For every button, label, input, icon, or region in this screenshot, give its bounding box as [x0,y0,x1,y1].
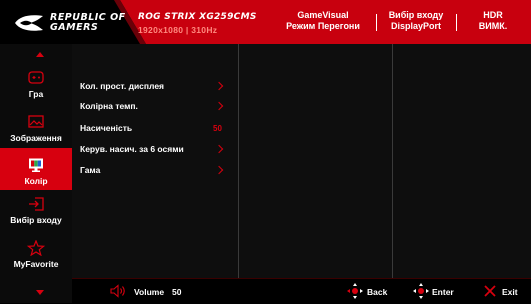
menu-item-six-axis-saturation[interactable]: Керув. насич. за 6 осями [80,144,230,154]
enter-button[interactable]: Enter [432,287,454,297]
sidebar-item-input[interactable]: Вибір входу [0,196,72,230]
close-icon [484,285,496,297]
sidebar-item-color[interactable]: Колір [0,148,72,190]
sidebar-item-image[interactable]: Зображення [0,114,72,148]
menu-item-label: Насиченість [80,123,133,133]
input-select-icon [29,197,44,211]
input-status: Вибір входу DisplayPort [378,10,454,32]
menu-item-label: Кол. прост. дисплея [80,81,165,91]
gamevisual-status: GameVisual Режим Перегони [272,10,374,32]
image-icon [28,115,44,128]
exit-button[interactable]: Exit [502,287,518,297]
sidebar-item-label: Колір [24,176,48,186]
hdr-value: ВИМК. [478,21,508,31]
volume-label: Volume [134,287,165,297]
menu-item-color-temp[interactable]: Колірна темп. [80,101,230,111]
gamevisual-label: GameVisual [297,10,349,20]
column-divider [392,44,393,278]
menu-item-label: Керув. насич. за 6 осями [80,144,184,154]
sidebar-item-label: MyFavorite [13,259,59,269]
sidebar-item-label: Зображення [10,133,62,143]
osd-header: REPUBLIC OF GAMERS ROG STRIX XG259CMS 19… [0,0,531,44]
resolution-refresh: 1920x1080 | 310Hz [138,25,218,35]
hdr-status: HDR ВИМК. [458,10,528,32]
menu-panel [72,44,531,278]
sidebar-item-game[interactable]: Гра [0,70,72,104]
saturation-value: 50 [213,124,222,133]
sidebar-item-label: Гра [28,89,44,99]
brand-line-2: GAMERS [50,22,99,33]
model-name: ROG STRIX XG259CMS [138,12,257,22]
joystick-back-icon [347,283,363,299]
input-label: Вибір входу [388,10,444,20]
menu-item-saturation[interactable]: Насиченість [80,123,230,133]
scroll-up-arrow-icon[interactable] [36,52,44,57]
header-separator [456,14,457,31]
menu-item-label: Колірна темп. [80,101,138,111]
rog-eye-icon [15,15,43,31]
star-icon [27,240,45,256]
column-divider [238,44,239,278]
volume-icon [110,284,125,298]
sidebar-item-myfavorite[interactable]: MyFavorite [0,240,72,274]
menu-item-display-color-space[interactable]: Кол. прост. дисплея [80,81,230,91]
menu-item-label: Гама [80,165,101,175]
scroll-down-arrow-icon[interactable] [36,290,44,295]
hdr-label: HDR [483,10,503,20]
sidebar-item-label: Вибір входу [10,215,62,225]
gamepad-icon [28,71,44,84]
volume-value: 50 [172,287,182,297]
back-button[interactable]: Back [367,287,387,297]
menu-item-gamma[interactable]: Гама [80,165,230,175]
rog-logo: REPUBLIC OF GAMERS [14,13,126,33]
header-separator [376,14,377,31]
joystick-enter-icon [413,283,429,299]
input-value: DisplayPort [390,21,441,31]
color-monitor-icon [29,158,43,172]
gamevisual-value: Режим Перегони [286,21,360,31]
